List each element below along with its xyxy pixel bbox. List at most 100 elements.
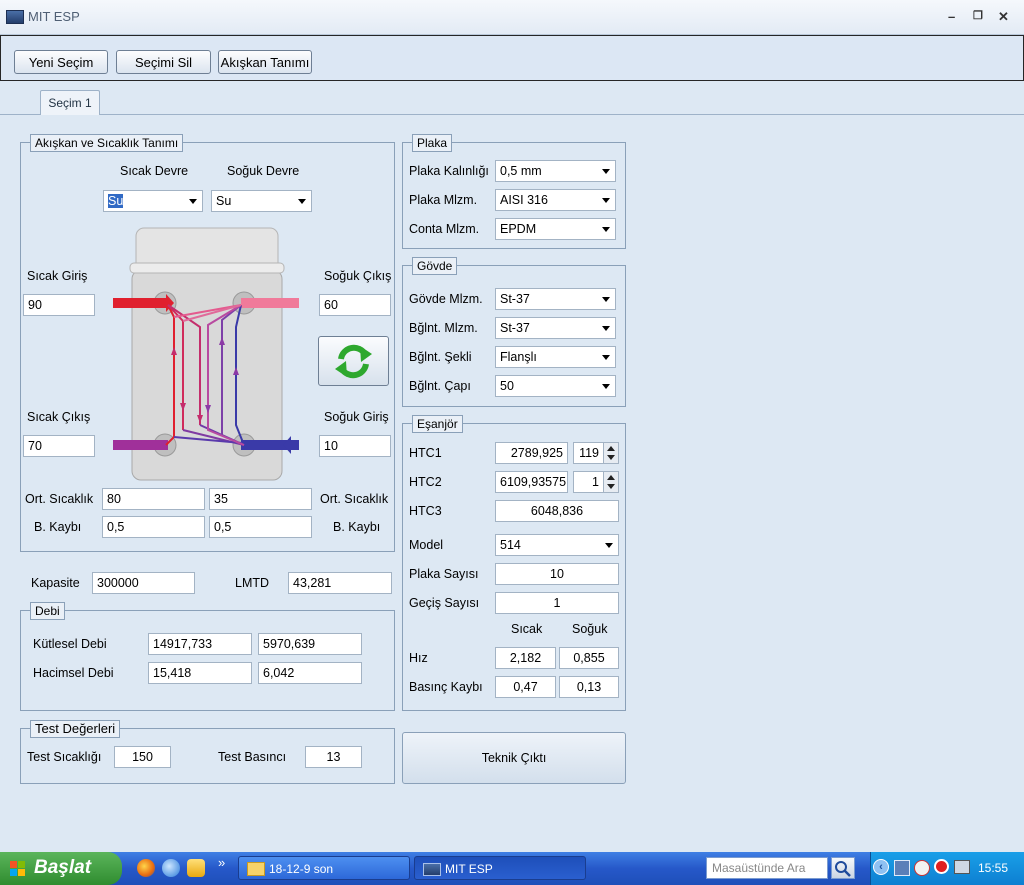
capacity-label: Kapasite	[31, 576, 80, 590]
search-icon	[835, 861, 851, 877]
minimize-button[interactable]: –	[948, 9, 955, 24]
hot-column-label: Sıcak	[511, 622, 543, 636]
body-material-select[interactable]: St-37	[495, 288, 616, 310]
plate-thickness-label: Plaka Kalınlığı	[409, 164, 489, 178]
window-title: MIT ESP	[28, 9, 80, 24]
quicklaunch-chevron[interactable]: »	[218, 855, 225, 870]
lmtd-input[interactable]: 43,281	[288, 572, 392, 594]
htc1-spinner[interactable]: 119	[573, 442, 619, 464]
hot-fluid-select[interactable]: Su	[103, 190, 203, 212]
body-material-label: Gövde Mlzm.	[409, 292, 483, 306]
loss-label-left: B. Kaybı	[34, 520, 82, 534]
maximize-button[interactable]: ❐	[973, 9, 983, 22]
conn-material-label: Bğlnt. Mlzm.	[409, 321, 478, 335]
plate-thickness-select[interactable]: 0,5 mm	[495, 160, 616, 182]
antivirus-icon[interactable]	[934, 859, 949, 874]
desktop-icon[interactable]	[187, 859, 205, 877]
test-temp-label: Test Sıcaklığı	[27, 750, 102, 764]
title-bar	[0, 0, 1024, 35]
fluid-definition-button[interactable]: Akışkan Tanımı	[218, 50, 312, 74]
htc2-label: HTC2	[409, 475, 442, 489]
cold-outlet-input[interactable]: 60	[319, 294, 391, 316]
model-select[interactable]: 514	[495, 534, 619, 556]
swap-button[interactable]	[318, 336, 389, 386]
loss-hot-input[interactable]: 0,5	[102, 516, 205, 538]
test-temp-input[interactable]: 150	[114, 746, 171, 768]
hot-inlet-input[interactable]: 90	[23, 294, 95, 316]
htc3-input[interactable]: 6048,836	[495, 500, 619, 522]
mass-flow-label: Kütlesel Debi	[33, 637, 107, 651]
htc1-input[interactable]: 2789,925	[495, 442, 568, 464]
loss-cold-input[interactable]: 0,5	[209, 516, 312, 538]
htc2-input[interactable]: 6109,93575	[495, 471, 568, 493]
taskbar-app-task[interactable]: MIT ESP	[414, 856, 586, 880]
cold-circuit-label: Soğuk Devre	[227, 164, 300, 178]
model-value: 514	[500, 538, 521, 552]
close-button[interactable]: ✕	[998, 9, 1009, 25]
plate-count-label: Plaka Sayısı	[409, 567, 479, 581]
capacity-input[interactable]: 300000	[92, 572, 195, 594]
spin-arrows-icon[interactable]	[603, 443, 618, 463]
cold-inlet-input[interactable]: 10	[319, 435, 391, 457]
taskbar-folder-task[interactable]: 18-12-9 son	[238, 856, 410, 880]
firefox-icon[interactable]	[137, 859, 155, 877]
pass-count-input[interactable]: 1	[495, 592, 619, 614]
security-icon[interactable]	[914, 860, 930, 876]
search-button[interactable]	[831, 857, 855, 879]
mass-flow-cold-input[interactable]: 5970,639	[258, 633, 362, 655]
spin-arrows-icon[interactable]	[603, 472, 618, 492]
model-label: Model	[409, 538, 444, 552]
taskbar-app-label: MIT ESP	[445, 862, 493, 876]
avg-hot-input[interactable]: 80	[102, 488, 205, 510]
velocity-cold-input[interactable]: 0,855	[559, 647, 619, 669]
chevron-down-icon	[602, 169, 610, 174]
new-selection-button[interactable]: Yeni Seçim	[14, 50, 108, 74]
start-button[interactable]: Başlat	[0, 852, 122, 885]
start-label: Başlat	[34, 857, 92, 878]
htc2-spin-value: 1	[592, 475, 599, 489]
plate-material-select[interactable]: AISI 316	[495, 189, 616, 211]
chevron-down-icon	[602, 326, 610, 331]
monitor-icon[interactable]	[954, 860, 970, 874]
network-icon[interactable]	[894, 860, 910, 876]
velocity-hot-input[interactable]: 2,182	[495, 647, 556, 669]
flow-group-title: Debi	[30, 602, 65, 620]
htc1-label: HTC1	[409, 446, 442, 460]
avg-cold-input[interactable]: 35	[209, 488, 312, 510]
mass-flow-hot-input[interactable]: 14917,733	[148, 633, 252, 655]
volume-flow-cold-input[interactable]: 6,042	[258, 662, 362, 684]
cold-inlet-label: Soğuk Giriş	[324, 410, 389, 424]
folder-icon	[247, 862, 265, 876]
chevron-down-icon	[602, 297, 610, 302]
test-pressure-input[interactable]: 13	[305, 746, 362, 768]
conn-shape-label: Bğlnt. Şekli	[409, 350, 472, 364]
delete-selection-button[interactable]: Seçimi Sil	[116, 50, 211, 74]
htc2-spinner[interactable]: 1	[573, 471, 619, 493]
pressure-loss-cold-input[interactable]: 0,13	[559, 676, 619, 698]
hot-outlet-input[interactable]: 70	[23, 435, 95, 457]
conn-material-select[interactable]: St-37	[495, 317, 616, 339]
ie-icon[interactable]	[162, 859, 180, 877]
test-pressure-label: Test Basıncı	[218, 750, 287, 764]
conn-shape-select[interactable]: Flanşlı	[495, 346, 616, 368]
conn-diameter-label: Bğlnt. Çapı	[409, 379, 471, 393]
gasket-material-label: Conta Mlzm.	[409, 222, 480, 236]
volume-flow-hot-input[interactable]: 15,418	[148, 662, 252, 684]
tray-collapse-icon[interactable]: ‹	[873, 859, 889, 875]
desktop-search-input[interactable]: Masaüstünde Ara	[706, 857, 828, 879]
pressure-loss-label: Basınç Kaybı	[409, 680, 483, 694]
body-material-value: St-37	[500, 292, 530, 306]
cold-column-label: Soğuk	[572, 622, 608, 636]
gasket-material-select[interactable]: EPDM	[495, 218, 616, 240]
technical-output-button[interactable]: Teknik Çıktı	[402, 732, 626, 784]
pressure-loss-hot-input[interactable]: 0,47	[495, 676, 556, 698]
cold-outlet-label: Soğuk Çıkış	[324, 269, 392, 283]
hot-inlet-label: Sıcak Giriş	[27, 269, 88, 283]
hot-fluid-value: Su	[108, 194, 124, 208]
plate-count-input[interactable]: 10	[495, 563, 619, 585]
plate-group-title: Plaka	[412, 134, 453, 152]
cold-fluid-select[interactable]: Su	[211, 190, 312, 212]
tab-selection-1[interactable]: Seçim 1	[40, 90, 100, 115]
conn-diameter-select[interactable]: 50	[495, 375, 616, 397]
windows-logo-icon	[10, 861, 26, 877]
